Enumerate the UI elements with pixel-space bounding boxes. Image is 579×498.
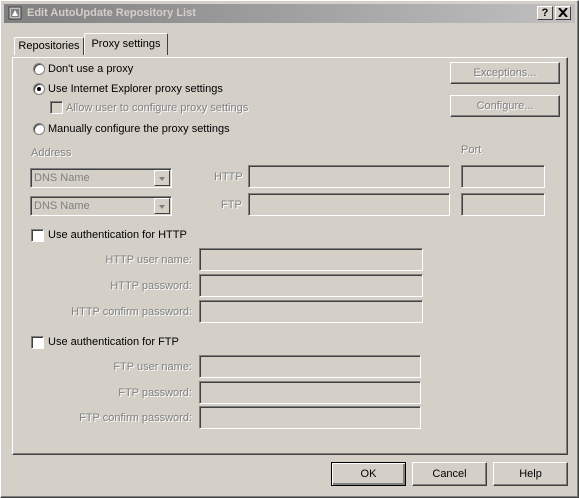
cancel-button[interactable]: Cancel xyxy=(412,462,487,486)
http-user-input[interactable] xyxy=(199,248,423,271)
help-button[interactable]: Help xyxy=(493,462,568,486)
close-icon xyxy=(558,7,568,18)
ftp-port-input[interactable] xyxy=(461,193,545,216)
no-proxy-radio[interactable] xyxy=(33,63,45,75)
port-label: Port xyxy=(461,144,482,156)
dialog-window: Edit AutoUpdate Repository List ? Reposi… xyxy=(0,0,579,498)
http-confirm-input[interactable] xyxy=(199,300,423,323)
app-icon xyxy=(8,6,22,20)
manual-proxy-radio[interactable] xyxy=(33,123,45,135)
allow-user-checkbox[interactable] xyxy=(50,101,63,114)
http-address-input[interactable] xyxy=(248,165,450,188)
exceptions-button[interactable]: Exceptions... xyxy=(450,62,560,84)
ie-proxy-label[interactable]: Use Internet Explorer proxy settings xyxy=(48,83,223,95)
http-user-label: HTTP user name: xyxy=(105,254,192,266)
ftp-address-type-select[interactable]: DNS Name xyxy=(30,196,172,216)
chevron-down-icon[interactable] xyxy=(154,198,170,214)
http-auth-checkbox[interactable] xyxy=(31,229,44,242)
http-password-input[interactable] xyxy=(199,274,423,297)
chevron-down-icon[interactable] xyxy=(154,170,170,186)
no-proxy-label[interactable]: Don't use a proxy xyxy=(48,63,133,75)
ftp-label: FTP xyxy=(221,199,242,211)
allow-user-label: Allow user to configure proxy settings xyxy=(66,102,249,114)
window-title: Edit AutoUpdate Repository List xyxy=(27,7,196,19)
ftp-password-label: FTP password: xyxy=(118,387,192,399)
http-auth-label[interactable]: Use authentication for HTTP xyxy=(48,229,187,241)
http-label: HTTP xyxy=(214,171,243,183)
ftp-user-input[interactable] xyxy=(199,355,421,378)
http-password-label: HTTP password: xyxy=(110,280,192,292)
close-button[interactable] xyxy=(555,6,571,20)
manual-proxy-label[interactable]: Manually configure the proxy settings xyxy=(48,123,230,135)
title-bar[interactable]: Edit AutoUpdate Repository List ? xyxy=(4,4,575,23)
http-address-type-select[interactable]: DNS Name xyxy=(30,168,172,188)
configure-label: Configure... xyxy=(476,100,534,112)
ftp-confirm-label: FTP confirm password: xyxy=(79,412,192,424)
ftp-password-input[interactable] xyxy=(199,381,421,404)
ftp-user-label: FTP user name: xyxy=(113,361,192,373)
address-label: Address xyxy=(31,147,72,159)
http-confirm-label: HTTP confirm password: xyxy=(71,306,192,318)
tab-repositories[interactable]: Repositories xyxy=(14,37,84,55)
http-address-type-value: DNS Name xyxy=(34,172,90,184)
ok-button[interactable]: OK xyxy=(331,462,406,486)
http-port-input[interactable] xyxy=(461,165,545,188)
tab-proxy-settings[interactable]: Proxy settings xyxy=(84,33,168,55)
exceptions-label: Exceptions... xyxy=(473,67,537,79)
help-title-button[interactable]: ? xyxy=(537,6,553,20)
ftp-confirm-input[interactable] xyxy=(199,406,421,429)
configure-button[interactable]: Configure... xyxy=(450,95,560,117)
ftp-auth-label[interactable]: Use authentication for FTP xyxy=(48,336,179,348)
ftp-address-input[interactable] xyxy=(248,193,450,216)
ftp-auth-checkbox[interactable] xyxy=(31,336,44,349)
ie-proxy-radio[interactable] xyxy=(33,83,45,95)
ftp-address-type-value: DNS Name xyxy=(34,200,90,212)
